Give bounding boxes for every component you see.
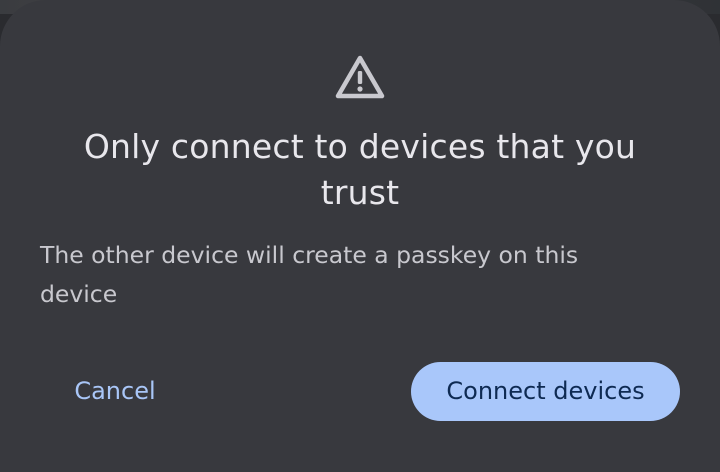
dialog-title: Only connect to devices that you trust	[83, 127, 637, 212]
warning-triangle-icon	[335, 55, 385, 99]
connect-devices-button[interactable]: Connect devices	[411, 362, 680, 421]
dialog-message: The other device will create a passkey o…	[40, 241, 579, 308]
cancel-button[interactable]: Cancel	[50, 362, 180, 420]
confirmation-dialog: Only connect to devices that you trust T…	[0, 0, 720, 472]
